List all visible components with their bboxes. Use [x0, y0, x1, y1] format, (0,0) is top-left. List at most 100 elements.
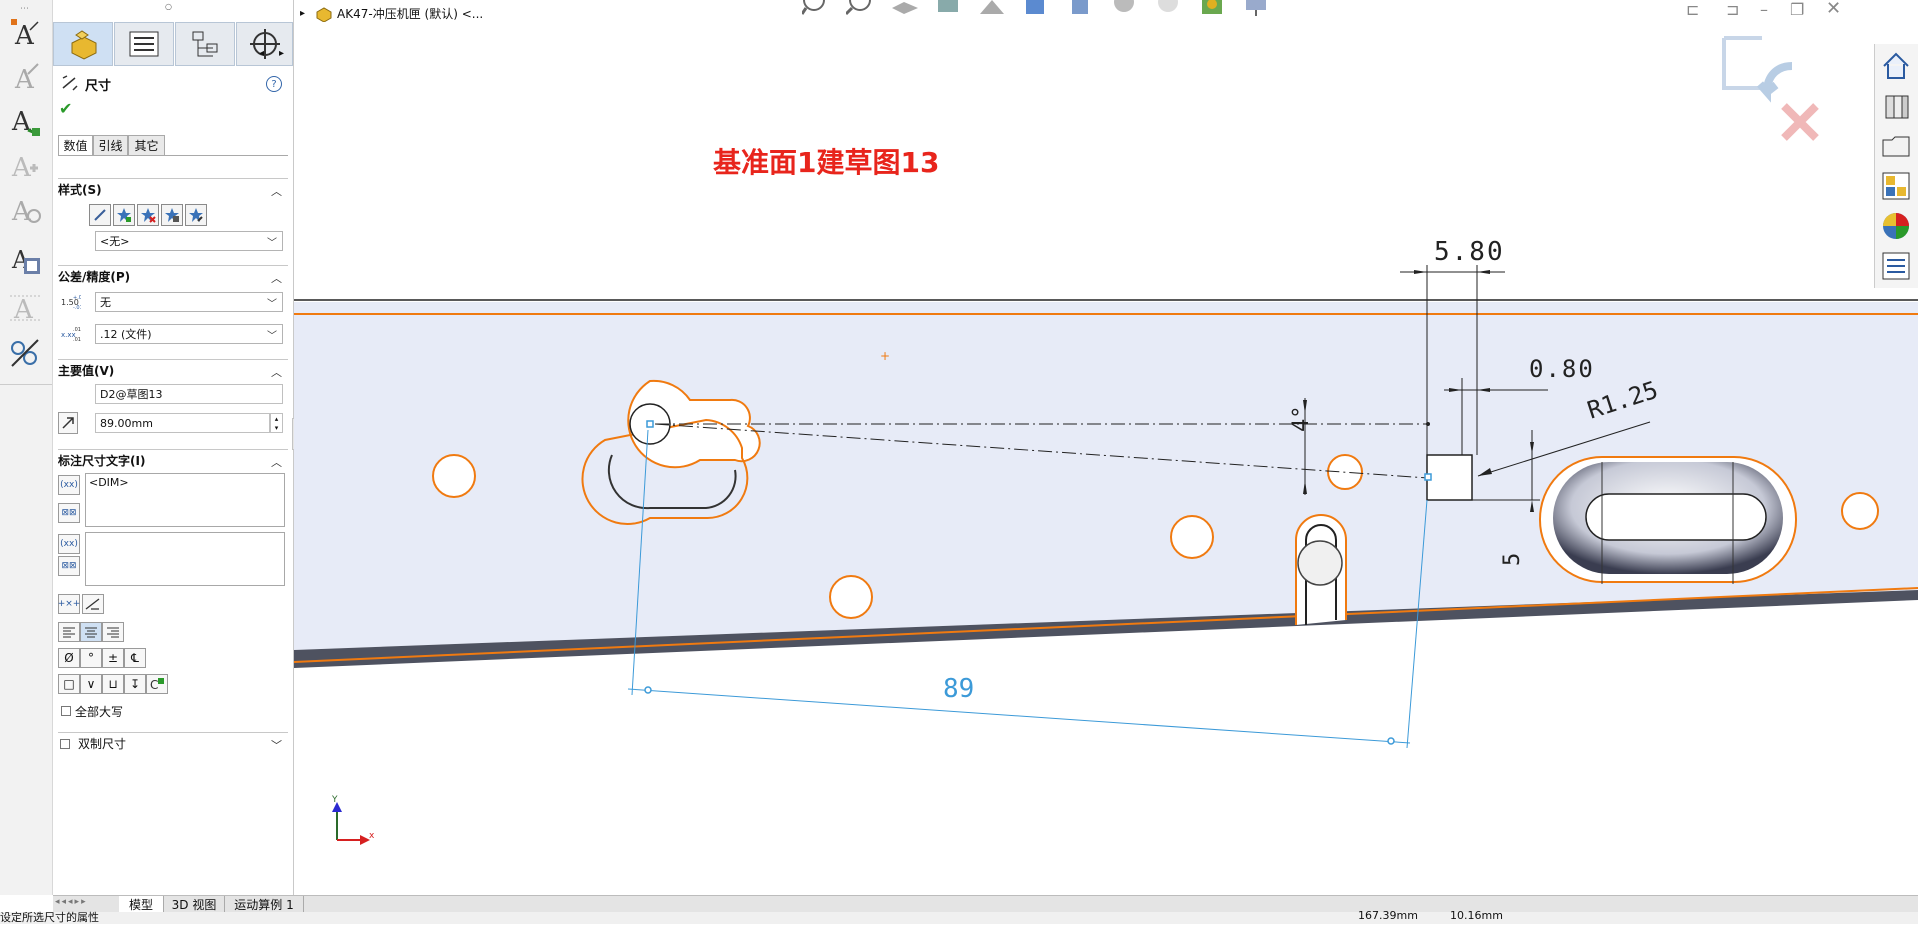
save-style-icon[interactable] [161, 204, 183, 226]
graphics-area[interactable]: + 5.80 0.80 R1.25 4° 5 89 基准面1建草图13 Y x … [294, 0, 1918, 895]
tab-scroll-arrows-icon[interactable]: ◂◂◂▸▸ [55, 897, 88, 907]
confirm-corner-cancel-icon[interactable] [1778, 100, 1822, 147]
square-symbol-icon[interactable]: □ [58, 674, 80, 694]
tab-model[interactable]: 模型 [119, 896, 164, 912]
spin-up-icon[interactable]: ▴ [275, 415, 279, 423]
override-value-icon[interactable] [58, 412, 78, 434]
dual-dimension-checkbox[interactable] [60, 738, 70, 749]
weld-symbol-icon[interactable]: A [6, 240, 44, 278]
plus-minus-symbol-icon[interactable]: ± [102, 648, 124, 668]
geometric-tolerance-icon[interactable] [6, 334, 44, 372]
tab-scroll-right-icon[interactable]: ▸ [279, 48, 284, 59]
center-dimension-icon-2[interactable]: ⊠⊠ [58, 556, 80, 576]
dimension-name-field[interactable]: D2@草图13 [95, 384, 283, 404]
align-right-icon[interactable] [102, 622, 124, 642]
maximize-icon[interactable]: ❐ [1790, 0, 1804, 19]
close-icon[interactable]: ✕ [1826, 0, 1841, 19]
countersink-symbol-icon[interactable]: ∨ [80, 674, 102, 694]
ok-checkmark-icon[interactable]: ✔ [59, 99, 72, 118]
style-section-header[interactable]: 样式(S) ︿ [58, 178, 288, 198]
dimension-text-bottom[interactable] [85, 532, 285, 586]
section-view-icon[interactable] [934, 0, 964, 16]
datum-feature-icon[interactable]: A [6, 288, 44, 326]
collapse-chevron-icon[interactable]: ︿ [271, 364, 282, 380]
tolerance-section-header[interactable]: 公差/精度(P) ︿ [58, 265, 288, 285]
dimension-5[interactable]: 5 [1500, 553, 1525, 566]
delete-style-icon[interactable] [137, 204, 159, 226]
align-center-icon[interactable] [80, 622, 102, 642]
subtab-other[interactable]: 其它 [128, 135, 165, 156]
dimension-value-field[interactable]: 89.00mm [95, 413, 270, 433]
tab-configuration-manager[interactable] [175, 22, 235, 66]
dimension-080[interactable]: 0.80 [1529, 355, 1595, 383]
smart-dimension-icon[interactable]: A [6, 14, 44, 52]
dynamic-annotation-icon[interactable] [978, 0, 1008, 16]
center-dimension-icon[interactable]: ⊠⊠ [58, 503, 80, 523]
diameter-symbol-icon[interactable]: Ø [58, 648, 80, 668]
custom-properties-icon[interactable] [1878, 248, 1914, 284]
dimension-89[interactable]: 89 [943, 674, 974, 704]
auto-balloon-icon[interactable]: A [6, 146, 44, 184]
hide-show-items-icon[interactable] [1110, 0, 1140, 16]
zoom-to-area-icon[interactable] [846, 0, 876, 16]
help-icon[interactable]: ? [266, 76, 282, 92]
restore-icon[interactable]: ⊏ [1686, 0, 1699, 19]
dual-dimension-section-header[interactable]: 双制尺寸 ﹀ [58, 732, 288, 752]
zoom-to-fit-icon[interactable] [802, 0, 832, 16]
view-orientation-icon[interactable] [1022, 0, 1052, 16]
tab-property-manager[interactable] [114, 22, 174, 66]
add-style-icon[interactable] [113, 204, 135, 226]
depth-symbol-icon[interactable]: ↧ [124, 674, 146, 694]
tab-motion-study[interactable]: 运动算例 1 [225, 896, 304, 912]
subtab-value[interactable]: 数值 [58, 135, 93, 156]
load-style-icon[interactable] [185, 204, 207, 226]
minimize-icon[interactable]: – [1760, 0, 1768, 19]
collapse-chevron-icon[interactable]: ︿ [271, 270, 282, 286]
display-style-icon[interactable] [1066, 0, 1096, 16]
collapse-chevron-icon[interactable]: ︿ [271, 183, 282, 199]
precision-dropdown[interactable]: .12 (文件) ﹀ [95, 324, 283, 344]
confirm-corner-exit-icon[interactable] [1722, 36, 1798, 109]
feature-tree-flyout[interactable]: ▸ AK47-冲压机匣 (默认) <... [300, 0, 483, 26]
centerline-symbol-icon[interactable]: ℄ [124, 648, 146, 668]
flyout-expand-icon[interactable]: ▸ [300, 8, 305, 19]
degree-symbol-icon[interactable]: ° [80, 648, 102, 668]
align-left-icon[interactable] [58, 622, 80, 642]
dimension-580[interactable]: 5.80 [1434, 237, 1505, 267]
subtab-leaders[interactable]: 引线 [93, 135, 128, 156]
view-settings-icon[interactable] [1242, 0, 1272, 16]
dimension-text-section-header[interactable]: 标注尺寸文字(I) ︿ [58, 449, 288, 469]
previous-view-icon[interactable] [890, 0, 920, 16]
edit-appearance-icon[interactable] [1154, 0, 1184, 16]
value-spinner[interactable]: ▴ ▾ [270, 413, 283, 433]
inspection-dimension-icon[interactable] [82, 594, 104, 614]
primary-value-section-header[interactable]: 主要值(V) ︿ [58, 359, 288, 379]
apply-scene-icon[interactable] [1198, 0, 1228, 16]
spin-down-icon[interactable]: ▾ [275, 424, 279, 432]
tolerance-type-dropdown[interactable]: 无 ﹀ [95, 292, 283, 312]
tab-dimxpert[interactable] [236, 22, 293, 66]
style-dropdown[interactable]: <无> ﹀ [95, 231, 283, 251]
tab-feature-manager[interactable] [53, 22, 113, 66]
appearances-icon[interactable] [1878, 208, 1914, 244]
collapse-chevron-icon[interactable]: ︿ [271, 454, 282, 470]
balloon-icon[interactable]: A [6, 102, 44, 140]
design-library-icon[interactable] [1878, 88, 1914, 124]
add-parenthesis-icon-2[interactable]: (xx) [58, 534, 80, 554]
tab-scroll-left-icon[interactable]: ◂ [259, 48, 264, 59]
apply-default-style-icon[interactable] [89, 204, 111, 226]
offset-text-icon[interactable]: +×+ [58, 594, 80, 614]
expand-icon[interactable]: ⊐ [1726, 0, 1739, 19]
dimension-text-top[interactable]: <DIM> [85, 473, 285, 527]
tab-3d-view[interactable]: 3D 视图 [164, 896, 225, 912]
more-symbols-icon[interactable]: C [146, 674, 168, 694]
note-icon[interactable]: A [6, 58, 44, 96]
add-parenthesis-icon[interactable]: (xx) [58, 475, 80, 495]
counterbore-symbol-icon[interactable]: ⊔ [102, 674, 124, 694]
all-caps-checkbox[interactable] [61, 706, 71, 716]
view-palette-icon[interactable] [1878, 168, 1914, 204]
surface-finish-icon[interactable]: A [6, 190, 44, 228]
file-explorer-icon[interactable] [1878, 128, 1914, 164]
home-icon[interactable] [1878, 48, 1914, 84]
expand-chevron-icon[interactable]: ﹀ [271, 737, 282, 753]
